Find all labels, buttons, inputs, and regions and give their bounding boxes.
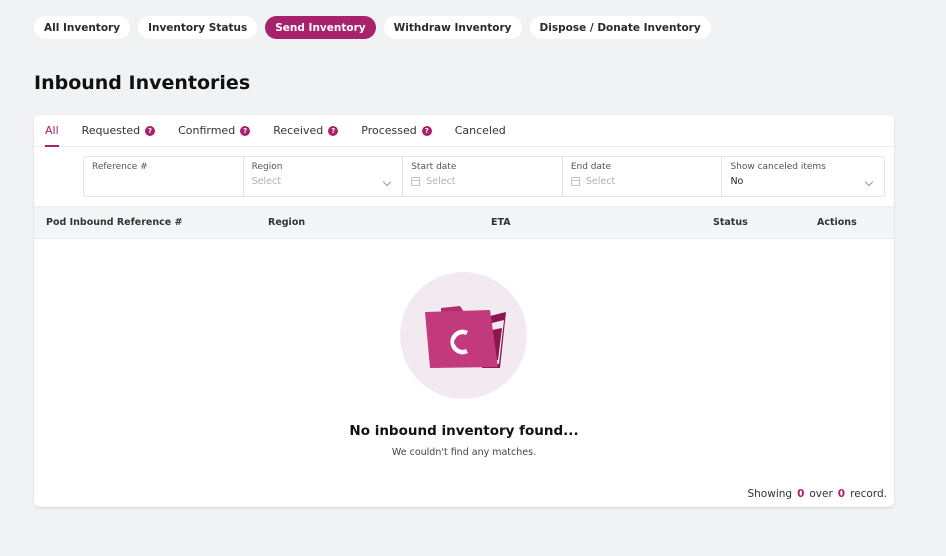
tab-dispose-donate-inventory[interactable]: Dispose / Donate Inventory [529,16,711,39]
over-label: over [809,488,833,500]
end-date-picker[interactable]: Select [570,176,714,187]
status-tab-canceled[interactable]: Canceled [455,115,506,147]
start-date-label: Start date [411,162,457,172]
tab-send-inventory[interactable]: Send Inventory [265,16,376,39]
start-date-placeholder: Select [426,176,456,187]
column-region[interactable]: Region [268,207,305,238]
start-date-filter[interactable]: Start date Select [403,157,563,196]
reference-filter[interactable]: Reference # [84,157,244,196]
status-tab-label: Confirmed [178,124,236,137]
help-icon[interactable]: ? [421,125,432,136]
help-icon[interactable]: ? [240,125,251,136]
table-header: Pod Inbound Reference # Region ETA Statu… [34,206,894,239]
status-tab-received[interactable]: Received ? [273,115,339,147]
status-tab-all[interactable]: All [45,115,59,147]
help-icon[interactable]: ? [328,125,339,136]
status-tabs: All Requested ? Confirmed ? Received ? P… [34,115,894,147]
status-tab-label: Canceled [454,124,506,137]
status-tab-label: Processed [361,124,417,137]
tab-all-inventory[interactable]: All Inventory [34,16,131,39]
show-canceled-value: No [730,176,744,187]
column-actions: Actions [817,217,857,228]
region-placeholder: Select [251,176,281,187]
reference-filter-label: Reference # [92,162,148,172]
calendar-icon [570,177,580,186]
filter-bar: Reference # Region Select Start date Sel… [83,156,885,197]
column-eta[interactable]: ETA [491,207,511,238]
calendar-icon [411,177,421,186]
region-select[interactable]: Select [252,176,395,187]
status-tab-label: Requested [81,124,141,137]
status-tab-label: All [45,124,59,137]
end-date-label: End date [570,162,612,172]
tab-withdraw-inventory[interactable]: Withdraw Inventory [383,16,522,39]
region-filter[interactable]: Region Select [244,157,404,196]
tab-inventory-status[interactable]: Inventory Status [138,16,258,39]
show-canceled-label: Show canceled items [730,162,826,172]
show-canceled-select[interactable]: No [730,176,876,187]
end-date-filter[interactable]: End date Select [563,157,723,196]
shown-count: 0 [797,488,805,500]
inventory-nav: All Inventory Inventory Status Send Inve… [34,16,711,39]
empty-state-title: No inbound inventory found... [349,423,579,439]
record-label: record. [850,488,887,500]
status-tab-label: Received [273,124,324,137]
empty-state-subtitle: We couldn't find any matches. [391,447,537,458]
show-canceled-filter[interactable]: Show canceled items No [722,157,884,196]
status-tab-requested[interactable]: Requested ? [81,115,156,147]
start-date-picker[interactable]: Select [411,176,554,187]
help-icon[interactable]: ? [145,125,156,136]
inbound-card: All Requested ? Confirmed ? Received ? P… [34,115,894,507]
column-reference[interactable]: Pod Inbound Reference # [46,207,182,238]
region-filter-label: Region [251,162,283,172]
showing-label: Showing [747,488,793,500]
record-count: Showing 0 over 0 record. [747,488,887,500]
column-status[interactable]: Status [713,207,748,238]
page-title: Inbound Inventories [34,72,251,94]
folder-icon [425,302,506,368]
status-tab-processed[interactable]: Processed ? [361,115,432,147]
end-date-placeholder: Select [585,176,616,187]
total-count: 0 [837,488,846,500]
empty-state-illustration [400,272,527,399]
status-tab-confirmed[interactable]: Confirmed ? [178,115,251,147]
